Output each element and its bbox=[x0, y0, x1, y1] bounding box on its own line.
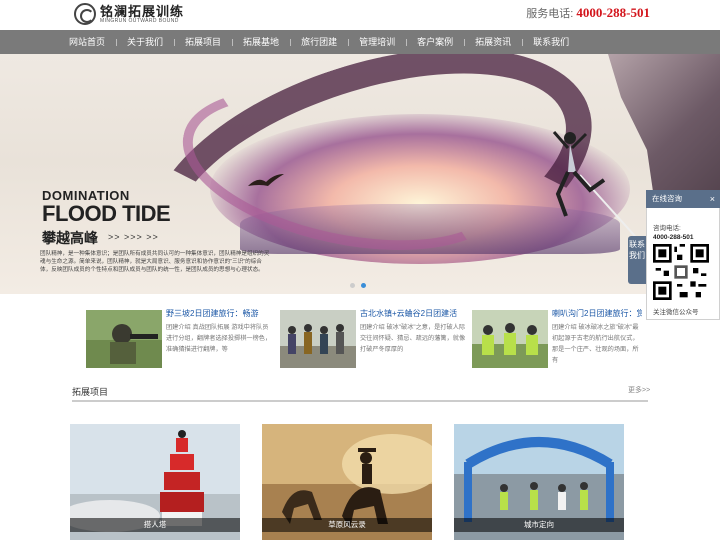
consult-body: 咨询电话: 4000-288-501 关注微信公众号 bbox=[646, 208, 720, 320]
banner-body-text: 团队精神，是一种集体意识；是团队所有成员共同认可的一种集体意识，团队精神是组织的… bbox=[40, 251, 270, 273]
news-thumbnail-paintball[interactable] bbox=[86, 310, 162, 368]
header: 铭澜拓展训练 MINGRUN OUTWARD BOUND 服务电话: 4000-2… bbox=[0, 0, 720, 30]
nav-item-about[interactable]: 关于我们 bbox=[116, 30, 174, 54]
news-card[interactable]: 喇叭沟门2日团建旅行：赏 团建介绍 破冰破冰之旅"破冰"最初起源于古老的航行出航… bbox=[472, 302, 642, 370]
headline-cn: 攀越高峰 bbox=[42, 230, 98, 246]
section-title: 拓展项目 bbox=[72, 387, 109, 397]
service-hotline: 服务电话: 4000-288-501 bbox=[526, 5, 650, 21]
project-caption: 搭人塔 bbox=[70, 518, 240, 532]
project-card[interactable]: 草原风云录 bbox=[262, 424, 432, 540]
more-link[interactable]: 更多>> bbox=[628, 385, 650, 395]
news-title[interactable]: 野三坡2日团建旅行：畅游 bbox=[166, 308, 274, 319]
hero-banner[interactable]: DOMINATION FLOOD TIDE 攀越高峰 >> >>> >> 团队精… bbox=[0, 54, 720, 294]
nav-item-training[interactable]: 管理培训 bbox=[348, 30, 406, 54]
carousel-dots bbox=[350, 283, 366, 288]
news-card[interactable]: 古北水镇+云蛐谷2日团建活 团建介绍 破冰"破冰"之意，是打破人际交往间怀疑、猜… bbox=[280, 302, 466, 370]
consult-phone: 4000-288-501 bbox=[653, 234, 694, 241]
project-caption: 草原风云录 bbox=[262, 518, 432, 532]
section-divider bbox=[72, 400, 648, 402]
news-desc: 团建介绍 破冰"破冰"之意，是打破人际交往间怀疑、猜忌、疏远的藩篱，就像打破严冬… bbox=[360, 324, 466, 353]
nav-item-team-travel[interactable]: 旅行团建 bbox=[290, 30, 348, 54]
logo-icon bbox=[74, 3, 96, 25]
page: 铭澜拓展训练 MINGRUN OUTWARD BOUND 服务电话: 4000-2… bbox=[0, 0, 720, 540]
online-consult-panel: 联系我们 在线咨询 × 咨询电话: 4000-288-501 关注微信公众号 bbox=[628, 190, 720, 320]
nav-item-bases[interactable]: 拓展基地 bbox=[232, 30, 290, 54]
banner-headline: DOMINATION FLOOD TIDE bbox=[42, 188, 171, 226]
consult-header: 在线咨询 × bbox=[646, 190, 720, 208]
news-title[interactable]: 古北水镇+云蛐谷2日团建活 bbox=[360, 308, 468, 319]
news-thumbnail-group[interactable] bbox=[280, 310, 356, 368]
project-card[interactable]: 城市定向 bbox=[454, 424, 624, 540]
news-desc: 团建介绍 真战团队拓展 游戏中将队员进行分组，翻牌者选择投掷棋一榜色，准确猜描进… bbox=[166, 324, 272, 353]
project-card[interactable]: 搭人塔 bbox=[70, 424, 240, 540]
project-caption: 城市定向 bbox=[454, 518, 624, 532]
consult-phone-label: 咨询电话: bbox=[653, 225, 681, 232]
logo-name-cn: 铭澜拓展训练 bbox=[100, 3, 185, 19]
nav-item-contact[interactable]: 联系我们 bbox=[522, 30, 580, 54]
news-card[interactable]: 野三坡2日团建旅行：畅游 团建介绍 真战团队拓展 游戏中将队员进行分组，翻牌者选… bbox=[86, 302, 272, 370]
nav-item-cases[interactable]: 客户案例 bbox=[406, 30, 464, 54]
consult-title: 在线咨询 bbox=[652, 194, 682, 203]
climber-figure bbox=[552, 131, 606, 217]
nav-item-home[interactable]: 网站首页 bbox=[58, 30, 116, 54]
wechat-qr-code bbox=[653, 244, 709, 300]
eagle-icon bbox=[248, 174, 284, 186]
nav-item-projects[interactable]: 拓展项目 bbox=[174, 30, 232, 54]
news-desc: 团建介绍 破冰破冰之旅"破冰"最初起源于古老的航行出航仪式，那是一个庄严、壮观的… bbox=[552, 324, 639, 364]
contact-side-tab[interactable]: 联系我们 bbox=[628, 236, 646, 284]
site-logo[interactable]: 铭澜拓展训练 MINGRUN OUTWARD BOUND bbox=[74, 2, 184, 26]
nav-item-news[interactable]: 拓展资讯 bbox=[464, 30, 522, 54]
logo-name-en: MINGRUN OUTWARD BOUND bbox=[100, 17, 179, 24]
headline-big: FLOOD TIDE bbox=[42, 201, 171, 226]
close-icon[interactable]: × bbox=[710, 190, 715, 208]
headline-arrows: >> >>> >> bbox=[108, 232, 159, 242]
carousel-dot-2[interactable] bbox=[361, 283, 366, 288]
main-nav: 网站首页 关于我们 拓展项目 拓展基地 旅行团建 管理培训 客户案例 拓展资讯 … bbox=[0, 30, 720, 54]
carousel-dot-1[interactable] bbox=[350, 283, 355, 288]
news-title[interactable]: 喇叭沟门2日团建旅行：赏 bbox=[552, 308, 642, 319]
news-thumbnail-team[interactable] bbox=[472, 310, 548, 368]
wechat-follow-label: 关注微信公众号 bbox=[653, 309, 699, 316]
hotline-label: 服务电话: bbox=[526, 8, 574, 20]
hotline-number: 4000-288-501 bbox=[576, 5, 650, 20]
